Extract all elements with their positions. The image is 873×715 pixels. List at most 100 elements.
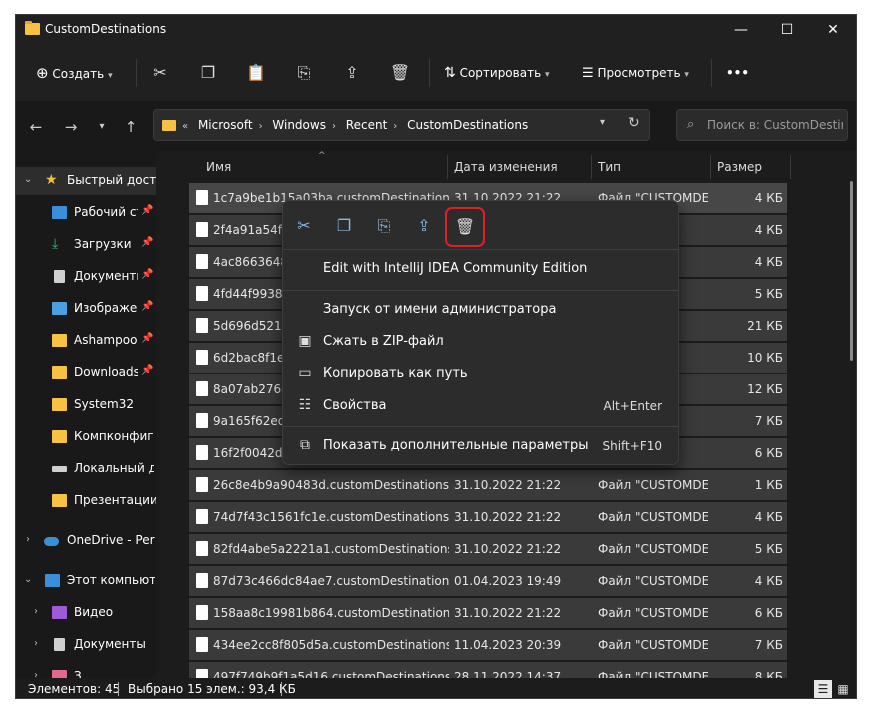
view-button[interactable]: ☰ Просмотреть ▾ — [582, 61, 689, 85]
new-button[interactable]: ⊕ Создать ▾ — [36, 61, 113, 85]
copy-icon[interactable]: ❐ — [329, 211, 359, 241]
file-icon — [196, 477, 208, 493]
pin-icon: 📌 — [141, 237, 154, 248]
menu-item-compress-zip[interactable]: ▣ Сжать в ZIP-файл — [283, 326, 678, 358]
table-row[interactable]: 87d73c466dc84ae7.customDestinations-ms 01… — [189, 565, 787, 596]
share-icon[interactable]: ⇪ — [409, 211, 439, 241]
chevron-right-icon[interactable]: › — [34, 606, 38, 617]
breadcrumb-item[interactable]: Recent — [346, 118, 387, 132]
close-button[interactable]: ✕ — [810, 15, 856, 45]
pin-icon: 📌 — [141, 269, 154, 280]
table-row[interactable]: 158aa8c19981b864.customDestinations-ms 31… — [189, 597, 787, 628]
recent-locations-icon[interactable]: ▾ — [90, 115, 114, 139]
cut-icon[interactable]: ✂ — [289, 211, 319, 241]
documents-icon — [54, 270, 65, 283]
sidebar-item-desktop[interactable]: Рабочий стол 📌 — [16, 199, 156, 227]
column-type[interactable]: Тип — [598, 160, 621, 174]
rename-icon[interactable]: ⎘ — [290, 59, 318, 87]
table-row[interactable]: 26c8e4b9a90483d.customDestinations-ms 31.… — [189, 470, 787, 501]
sidebar-item-quick-access[interactable]: ⌄ ★ Быстрый доступ — [16, 167, 156, 195]
chevron-down-icon: ▾ — [684, 70, 689, 80]
overflow-crumbs[interactable]: « — [182, 121, 188, 132]
menu-item-run-as-admin[interactable]: Запуск от имени администратора — [283, 294, 678, 326]
file-type: Файл "CUSTOMDESTINATIONS-MS" — [598, 478, 708, 493]
delete-icon[interactable]: 🗑 — [386, 59, 414, 87]
column-divider[interactable] — [591, 155, 592, 179]
maximize-button[interactable]: ☐ — [764, 15, 810, 45]
up-icon[interactable]: ↑ — [119, 115, 143, 139]
table-row[interactable]: 497f749b9f1a5d16.customDestinations-ms 28… — [189, 661, 787, 679]
sidebar-item-pictures[interactable]: Изображения 📌 — [16, 295, 156, 323]
sidebar-item-onedrive[interactable]: › OneDrive - Personal — [16, 527, 156, 555]
search-box[interactable]: ⌕ Поиск в: CustomDestinations — [676, 109, 848, 141]
breadcrumb-item[interactable]: Microsoft — [198, 118, 253, 132]
chevron-down-icon[interactable]: ▾ — [600, 117, 605, 128]
pin-icon: 📌 — [141, 365, 154, 376]
sidebar-item-this-pc[interactable]: ⌄ Этот компьютер — [16, 567, 156, 595]
column-date[interactable]: Дата изменения — [454, 160, 558, 174]
table-row[interactable]: 434ee2cc8f805d5a.customDestinations-ms 11… — [189, 629, 787, 660]
tiles-view-icon[interactable]: ▦ — [834, 680, 852, 698]
vertical-scrollbar[interactable] — [850, 181, 853, 361]
sidebar-item-documents-pc[interactable]: › Документы — [16, 631, 156, 659]
chevron-right-icon: › — [331, 121, 336, 132]
file-size: 4 КБ — [754, 510, 783, 524]
menu-item-more-options[interactable]: ⧉ Показать дополнительные параметры Shif… — [283, 430, 678, 462]
column-size[interactable]: Размер — [717, 160, 762, 174]
minimize-button[interactable]: — — [718, 15, 764, 45]
chevron-right-icon[interactable]: › — [34, 670, 38, 678]
cut-icon[interactable]: ✂ — [146, 59, 174, 87]
menu-item-properties[interactable]: ☷ Свойства Alt+Enter — [283, 390, 678, 422]
chevron-down-icon[interactable]: ⌄ — [24, 574, 32, 585]
new-label: Создать — [52, 67, 105, 81]
column-name[interactable]: Имя — [206, 160, 231, 174]
share-icon[interactable]: ⇪ — [338, 59, 366, 87]
sidebar-item-presentations[interactable]: Презентации — [16, 487, 156, 515]
sidebar-item-downloads[interactable]: ⤓ Загрузки 📌 — [16, 231, 156, 259]
sidebar-item-kompkonfig[interactable]: Компконфиг — [16, 423, 156, 451]
forward-icon[interactable]: → — [59, 115, 83, 139]
breadcrumb-item[interactable]: Windows — [272, 118, 326, 132]
path-icon: ▭ — [298, 365, 312, 381]
column-divider[interactable] — [790, 155, 791, 179]
paste-icon[interactable]: 📋 — [242, 59, 270, 87]
folder-icon — [52, 430, 67, 443]
file-type: Файл "CUSTOMDESTINATIONS-MS" — [598, 669, 708, 679]
breadcrumb-item[interactable]: CustomDestinations — [407, 118, 528, 132]
file-name: 158aa8c19981b864.customDestinations-ms — [213, 605, 449, 620]
file-size: 4 КБ — [754, 222, 783, 237]
chevron-right-icon[interactable]: › — [34, 638, 38, 649]
table-row[interactable]: 74d7f43c1561fc1e.customDestinations-ms 31… — [189, 502, 787, 532]
shortcut: Alt+Enter — [603, 399, 662, 413]
sort-button[interactable]: ⇅ Сортировать ▾ — [444, 61, 550, 85]
refresh-icon[interactable]: ↻ — [628, 115, 640, 131]
folder-icon — [162, 120, 176, 131]
sidebar-item-local-disk[interactable]: Локальный диск — [16, 455, 156, 483]
column-divider[interactable] — [447, 155, 448, 179]
chevron-right-icon[interactable]: › — [26, 534, 30, 545]
column-divider[interactable] — [710, 155, 711, 179]
file-date: 28.11.2022 14:37 — [454, 669, 562, 679]
sidebar-item-label: З — [74, 669, 82, 678]
sidebar-item-system32[interactable]: System32 — [16, 391, 156, 419]
menu-item-intellij[interactable]: Edit with IntelliJ IDEA Community Editio… — [283, 253, 678, 285]
title-bar: CustomDestinations — ☐ ✕ — [16, 15, 856, 45]
copy-icon[interactable]: ❐ — [194, 59, 222, 87]
back-icon[interactable]: ← — [24, 115, 48, 139]
delete-icon[interactable]: 🗑 — [445, 207, 485, 247]
sidebar-item-video[interactable]: › Видео — [16, 599, 156, 627]
file-size: 7 КБ — [754, 414, 783, 429]
menu-item-copy-as-path[interactable]: ▭ Копировать как путь — [283, 358, 678, 390]
more-button[interactable]: ••• — [726, 61, 749, 85]
sidebar-item-ashampoo[interactable]: Ashampoo Snap 📌 — [16, 327, 156, 355]
sidebar-item-downloads-folder[interactable]: Downloads 📌 — [16, 359, 156, 387]
details-view-icon[interactable]: ☰ — [814, 680, 832, 698]
table-row[interactable]: 82fd4abe5a2221a1.customDestinations-ms 31… — [189, 533, 787, 564]
search-icon: ⌕ — [687, 117, 695, 132]
address-bar[interactable]: « Microsoft › Windows › Recent › CustomDest… — [153, 109, 650, 141]
sidebar-item-music[interactable]: › З — [16, 663, 156, 678]
divider — [429, 59, 430, 87]
sidebar-item-documents[interactable]: Документы 📌 — [16, 263, 156, 291]
rename-icon[interactable]: ⎘ — [369, 211, 399, 241]
chevron-down-icon[interactable]: ⌄ — [24, 174, 32, 185]
